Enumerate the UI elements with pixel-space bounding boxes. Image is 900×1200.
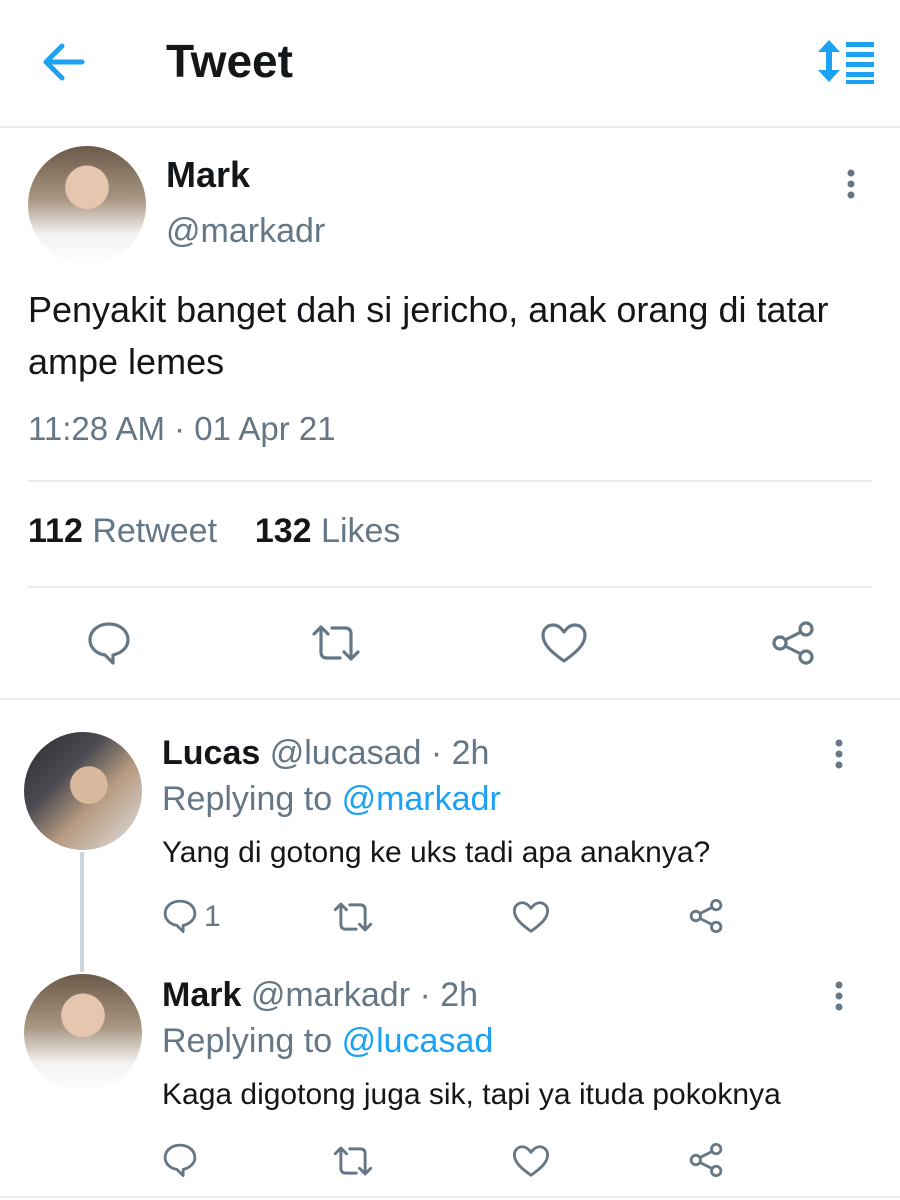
- retweet-stat[interactable]: 112 Retweet: [28, 512, 217, 550]
- replying-to: Replying to @markadr: [162, 780, 501, 819]
- reply-count: 1: [204, 900, 221, 933]
- top-bar: Tweet: [0, 0, 900, 128]
- likes-count: 132: [254, 512, 312, 550]
- retweet-label: Retweet: [92, 512, 218, 550]
- avatar[interactable]: [24, 732, 142, 850]
- tweet-text: Penyakit banget dah si jericho, anak ora…: [28, 289, 829, 382]
- retweet-count: 112: [28, 512, 83, 550]
- divider: [28, 480, 872, 482]
- like-heart-icon[interactable]: [512, 1144, 550, 1178]
- share-icon[interactable]: [688, 898, 724, 934]
- avatar[interactable]: [24, 974, 142, 1092]
- reply-author-name[interactable]: Mark: [162, 976, 241, 1014]
- more-options-icon[interactable]: [826, 738, 852, 772]
- author-name[interactable]: Mark: [166, 154, 250, 196]
- reply-icon[interactable]: [162, 1142, 198, 1178]
- more-options-icon[interactable]: [826, 980, 852, 1014]
- replying-to: Replying to @lucasad: [162, 1022, 493, 1061]
- replying-prefix: Replying to: [162, 780, 333, 818]
- reply-text: Yang di gotong ke uks tadi apa anaknya?: [162, 836, 711, 869]
- retweet-icon[interactable]: [310, 622, 362, 664]
- retweet-icon[interactable]: [332, 900, 374, 934]
- reply-icon[interactable]: [86, 620, 132, 666]
- sort-lines-icon[interactable]: [814, 38, 876, 84]
- share-icon[interactable]: [770, 620, 816, 666]
- like-heart-icon[interactable]: [540, 622, 588, 664]
- reply-icon[interactable]: [162, 898, 198, 934]
- reply-handle-time: @markadr · 2h: [250, 976, 479, 1014]
- divider: [28, 586, 872, 588]
- divider: [0, 1196, 900, 1198]
- reply-text: Kaga digotong juga sik, tapi ya ituda po…: [162, 1078, 781, 1111]
- likes-stat[interactable]: 132 Likes: [255, 512, 401, 550]
- thread-line: [80, 852, 84, 972]
- arrow-left-icon[interactable]: [40, 40, 88, 84]
- reply-handle-time: @lucasad · 2h: [269, 734, 490, 772]
- retweet-icon[interactable]: [332, 1144, 374, 1178]
- like-heart-icon[interactable]: [512, 900, 550, 934]
- likes-label: Likes: [321, 512, 401, 550]
- reply-header: Lucas @lucasad · 2h: [162, 734, 489, 773]
- tweet-timestamp: 11:28 AM · 01 Apr 21: [28, 410, 336, 447]
- more-options-icon[interactable]: [838, 168, 864, 202]
- replying-to-link[interactable]: @lucasad: [342, 1022, 494, 1060]
- replying-prefix: Replying to: [162, 1022, 333, 1060]
- share-icon[interactable]: [688, 1142, 724, 1178]
- reply-header: Mark @markadr · 2h: [162, 976, 478, 1015]
- tweet-stats: 112 Retweet 132 Likes: [28, 512, 400, 551]
- reply-author-name[interactable]: Lucas: [162, 734, 260, 772]
- avatar[interactable]: [28, 146, 146, 264]
- replying-to-link[interactable]: @markadr: [342, 780, 501, 818]
- page-title: Tweet: [166, 35, 293, 87]
- author-handle[interactable]: @markadr: [166, 212, 325, 251]
- divider: [0, 698, 900, 700]
